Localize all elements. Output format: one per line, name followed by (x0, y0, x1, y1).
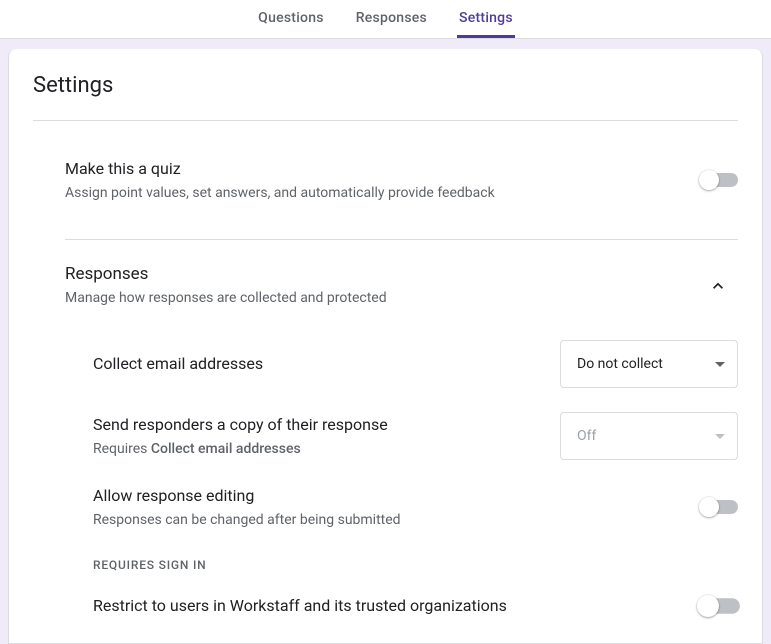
restrict-toggle[interactable] (699, 598, 740, 613)
collect-emails-select[interactable]: Do not collect (560, 340, 738, 388)
tab-questions[interactable]: Questions (256, 0, 326, 38)
allow-editing-toggle[interactable] (701, 500, 738, 514)
collapse-responses-button[interactable] (698, 268, 738, 308)
quiz-toggle[interactable] (701, 173, 738, 187)
responses-group-title: Responses (65, 264, 387, 284)
restrict-title: Restrict to users in Workstaff and its t… (93, 594, 677, 618)
quiz-title: Make this a quiz (65, 157, 677, 181)
caret-down-icon (715, 362, 725, 367)
page-title: Settings (33, 73, 738, 98)
tab-responses[interactable]: Responses (354, 0, 429, 38)
send-copy-subtitle: Requires Collect email addresses (93, 439, 536, 459)
settings-card: Settings Make this a quiz Assign point v… (8, 49, 763, 644)
requires-signin-label: REQUIRES SIGN IN (93, 558, 738, 572)
send-copy-select: Off (560, 412, 738, 460)
chevron-up-icon (708, 276, 728, 300)
collect-emails-value: Do not collect (577, 356, 663, 372)
quiz-subtitle: Assign point values, set answers, and au… (65, 183, 677, 203)
allow-editing-title: Allow response editing (93, 484, 677, 508)
allow-editing-subtitle: Responses can be changed after being sub… (93, 510, 677, 530)
responses-group-subtitle: Manage how responses are collected and p… (65, 290, 387, 306)
tab-settings[interactable]: Settings (457, 0, 515, 38)
form-tabs: Questions Responses Settings (0, 0, 771, 38)
send-copy-value: Off (577, 428, 596, 444)
collect-emails-title: Collect email addresses (93, 352, 536, 376)
send-copy-title: Send responders a copy of their response (93, 413, 536, 437)
caret-down-icon (715, 434, 725, 439)
